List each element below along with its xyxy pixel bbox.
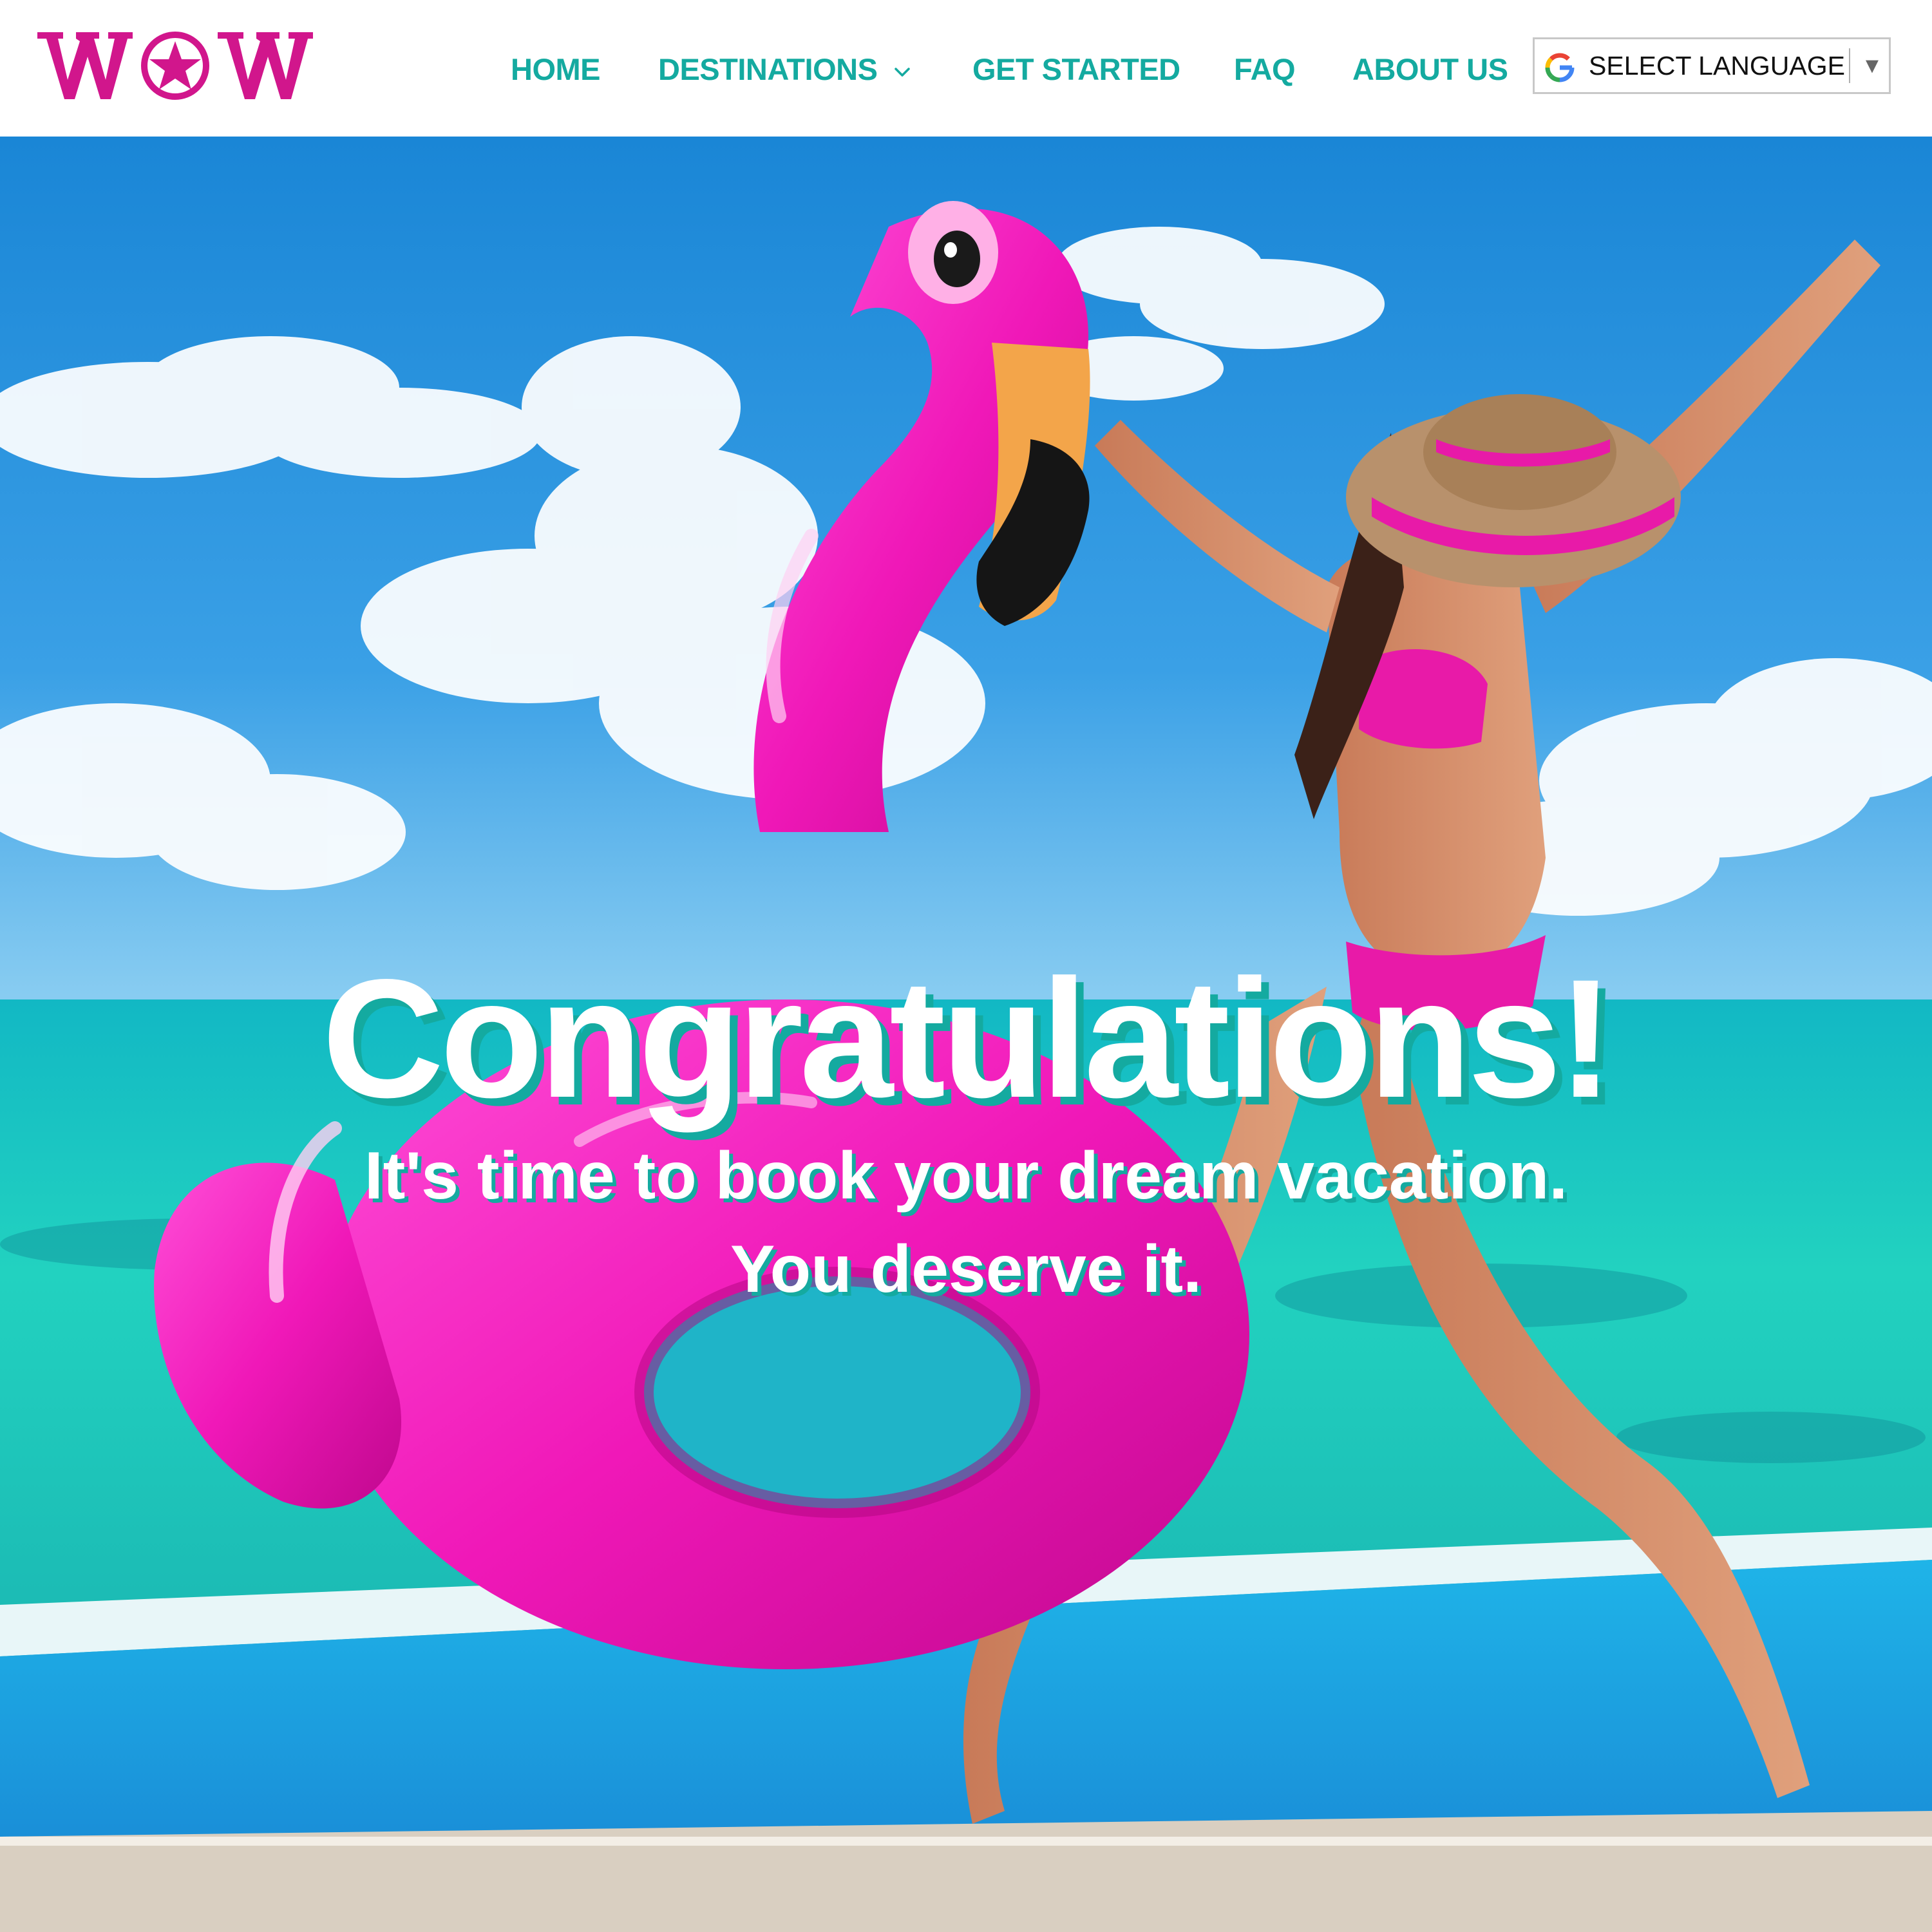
hero-subline-2: You deserve it. [730, 1232, 1202, 1307]
google-g-icon [1542, 50, 1577, 85]
nav-destinations[interactable]: DESTINATIONS [658, 50, 913, 89]
hero-headline: Congratulations! [322, 943, 1614, 1133]
language-select-label: SELECT LANGUAGE [1589, 51, 1845, 80]
nav-about-us[interactable]: ABOUT US [1352, 50, 1508, 89]
hero-banner: Congratulations! It's time to book your … [0, 137, 1932, 1932]
nav-get-started[interactable]: GET STARTED [972, 50, 1180, 89]
language-select[interactable]: SELECT LANGUAGE ▼ [1533, 37, 1891, 94]
nav-destinations-label: DESTINATIONS [658, 52, 878, 86]
wow-logo-mark [37, 32, 313, 100]
chevron-down-icon [891, 61, 913, 83]
nav-home[interactable]: HOME [511, 50, 601, 89]
dropdown-arrow-icon: ▼ [1861, 53, 1883, 78]
wow-logo[interactable] [37, 27, 314, 104]
site-header: HOME DESTINATIONS GET STARTED FAQ ABOUT … [0, 0, 1932, 137]
language-select-divider [1849, 48, 1850, 83]
hero-subline-1: It's time to book your dream vacation. [364, 1139, 1568, 1213]
nav-faq[interactable]: FAQ [1234, 50, 1296, 89]
